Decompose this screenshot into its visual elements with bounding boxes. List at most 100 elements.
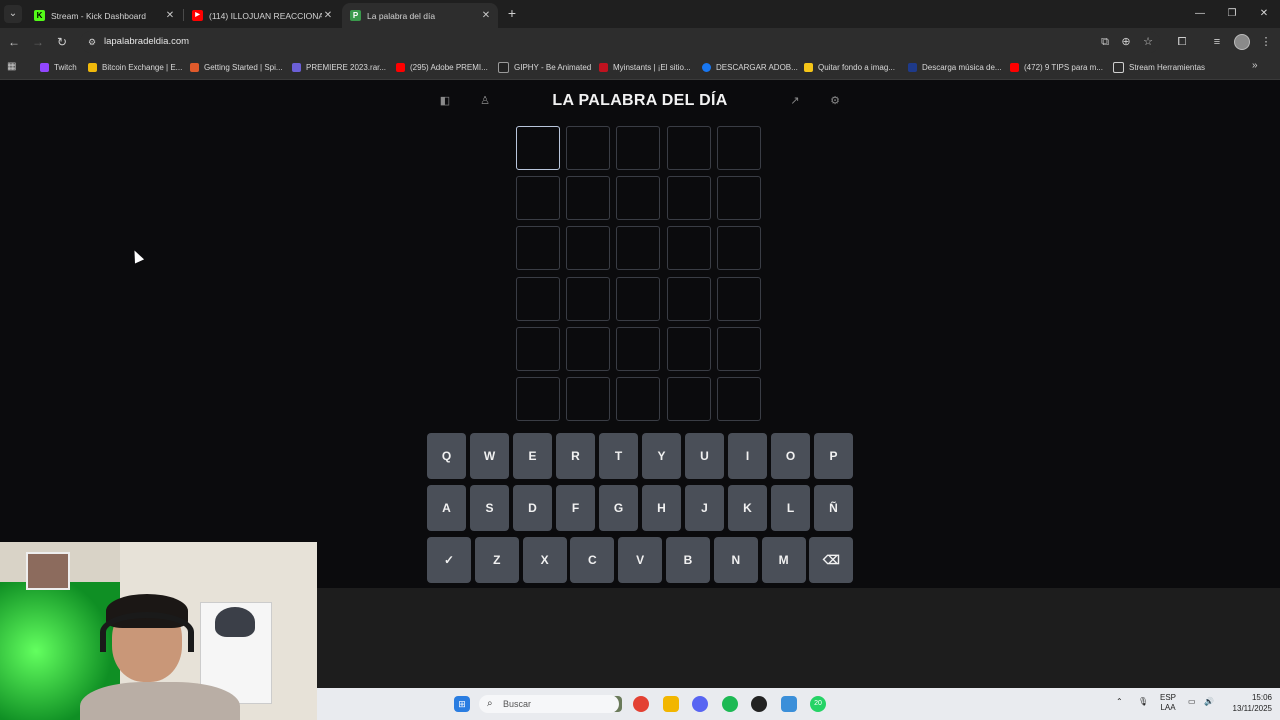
key-l[interactable]: L	[771, 485, 810, 531]
tab-strip: ⌄ K Stream - Kick Dashboard ✕ ▶ (114) IL…	[0, 0, 1280, 28]
folder-icon	[1113, 61, 1124, 73]
letter-cell	[666, 276, 711, 321]
letter-cell	[716, 377, 761, 421]
streamlabs-icon[interactable]	[781, 696, 797, 712]
obs-icon[interactable]	[751, 696, 767, 712]
key-enye[interactable]: Ñ	[814, 485, 853, 531]
microphone-icon[interactable]: 🎙	[1138, 697, 1148, 707]
key-s[interactable]: S	[470, 485, 509, 531]
key-r[interactable]: R	[556, 433, 595, 479]
key-p[interactable]: P	[814, 433, 853, 479]
bookmark-folder-stream[interactable]: Stream Herramientas	[1113, 60, 1205, 74]
language-indicator[interactable]: ESP LAA	[1158, 693, 1178, 713]
letter-cell	[616, 326, 661, 371]
letter-cell	[516, 226, 560, 271]
key-x[interactable]: X	[522, 537, 567, 583]
taskbar-clock[interactable]: 15:06 13/11/2025	[1220, 692, 1272, 714]
close-icon[interactable]: ✕	[322, 10, 334, 21]
tray-chevron-icon[interactable]: ⌃	[1116, 697, 1123, 707]
bookmark-adobe-premiere[interactable]: (295) Adobe PREMI...	[396, 60, 488, 74]
extensions-icon[interactable]: ⧠	[1174, 34, 1190, 50]
bookmark-spigot[interactable]: Getting Started | Spi...	[190, 60, 283, 74]
back-icon[interactable]: ←	[6, 34, 22, 50]
sidebar-toggle-icon[interactable]: ◧	[438, 94, 452, 108]
key-f[interactable]: F	[556, 485, 595, 531]
letter-cell	[516, 326, 560, 371]
bookmark-descargar-adobe[interactable]: DESCARGAR ADOB...	[702, 60, 798, 74]
key-b[interactable]: B	[666, 537, 710, 583]
key-g[interactable]: G	[599, 485, 638, 531]
apps-grid-icon[interactable]: ▦	[7, 61, 19, 73]
key-m[interactable]: M	[761, 537, 806, 583]
zoom-icon[interactable]: ⊕	[1118, 34, 1134, 50]
key-n[interactable]: N	[713, 537, 758, 583]
backspace-key[interactable]: ⌫	[809, 537, 854, 583]
tab-search-icon[interactable]: ⌄	[4, 5, 22, 23]
volume-icon[interactable]: 🔊	[1204, 697, 1214, 707]
bookmark-twitch[interactable]: Twitch	[40, 60, 77, 74]
key-h[interactable]: H	[642, 485, 681, 531]
key-y[interactable]: Y	[642, 433, 681, 479]
forward-icon[interactable]: →	[30, 34, 46, 50]
minimize-icon[interactable]: —	[1184, 0, 1216, 28]
music-site-icon	[908, 62, 917, 72]
wall-picture	[26, 552, 70, 590]
key-u[interactable]: U	[685, 433, 724, 479]
user-icon[interactable]: ♙	[478, 94, 492, 108]
bookmark-myinstants[interactable]: Myinstants | ¡El sitio...	[599, 60, 691, 74]
new-tab-button[interactable]: +	[505, 5, 519, 21]
more-bookmarks-icon[interactable]: »	[1252, 60, 1258, 71]
bookmark-giphy[interactable]: GIPHY - Be Animated	[498, 60, 591, 74]
letter-cell	[616, 377, 661, 421]
key-i[interactable]: I	[728, 433, 767, 479]
menu-icon[interactable]: ⋮	[1258, 34, 1274, 50]
bookmark-bitcoin[interactable]: Bitcoin Exchange | E...	[88, 60, 182, 74]
bookmark-9-tips[interactable]: (472) 9 TIPS para m...	[1010, 60, 1103, 74]
cast-icon[interactable]: ⧉	[1097, 34, 1113, 50]
key-v[interactable]: V	[618, 537, 663, 583]
address-bar[interactable]: ⚙ lapalabradeldia.com	[80, 31, 1160, 53]
site-info-icon[interactable]: ⚙	[86, 36, 98, 48]
key-z[interactable]: Z	[474, 537, 519, 583]
bookmark-star-icon[interactable]: ☆	[1140, 34, 1156, 50]
enter-key[interactable]: ✓	[427, 537, 471, 583]
key-c[interactable]: C	[570, 537, 615, 583]
whatsapp-icon[interactable]: 20	[810, 696, 826, 712]
tab-youtube[interactable]: ▶ (114) ILLOJUAN REACCIONA a ✕	[184, 3, 340, 28]
media-control-icon[interactable]: ≡	[1209, 34, 1225, 50]
url-text[interactable]: lapalabradeldia.com	[104, 36, 189, 47]
tab-palabra[interactable]: P La palabra del día ✕	[342, 3, 498, 28]
key-k[interactable]: K	[728, 485, 767, 531]
key-t[interactable]: T	[599, 433, 638, 479]
profile-avatar[interactable]	[1234, 34, 1250, 50]
chrome-icon[interactable]	[633, 696, 649, 712]
settings-sliders-icon[interactable]: ⚙	[828, 94, 842, 108]
taskbar-search[interactable]	[479, 695, 619, 713]
key-e[interactable]: E	[513, 433, 552, 479]
spotify-icon[interactable]	[722, 696, 738, 712]
file-explorer-icon[interactable]	[663, 696, 679, 712]
restore-icon[interactable]: ❐	[1216, 0, 1248, 28]
key-q[interactable]: Q	[427, 433, 466, 479]
myinstants-icon	[599, 62, 608, 72]
tab-kick[interactable]: K Stream - Kick Dashboard ✕	[26, 3, 182, 28]
bookmark-premiere[interactable]: PREMIERE 2023.rar...	[292, 60, 386, 74]
key-o[interactable]: O	[771, 433, 810, 479]
close-icon[interactable]: ✕	[480, 10, 492, 21]
stats-trend-icon[interactable]: ↗	[788, 94, 802, 108]
network-icon[interactable]: ▭	[1188, 697, 1196, 707]
windows-taskbar: ⊞ 20	[317, 688, 1280, 720]
youtube-icon: ▶	[192, 10, 203, 21]
bookmark-quitar-fondo[interactable]: Quitar fondo a imag...	[804, 60, 895, 74]
close-window-icon[interactable]: ✕	[1248, 0, 1280, 28]
windows-start-icon[interactable]: ⊞	[454, 696, 470, 712]
discord-icon[interactable]	[692, 696, 708, 712]
reload-icon[interactable]: ↻	[54, 34, 70, 50]
key-w[interactable]: W	[470, 433, 509, 479]
key-a[interactable]: A	[427, 485, 466, 531]
close-icon[interactable]: ✕	[164, 10, 176, 21]
key-j[interactable]: J	[685, 485, 724, 531]
key-d[interactable]: D	[513, 485, 552, 531]
letter-cell	[666, 377, 711, 421]
bookmark-descarga-musica[interactable]: Descarga música de...	[908, 60, 1002, 74]
